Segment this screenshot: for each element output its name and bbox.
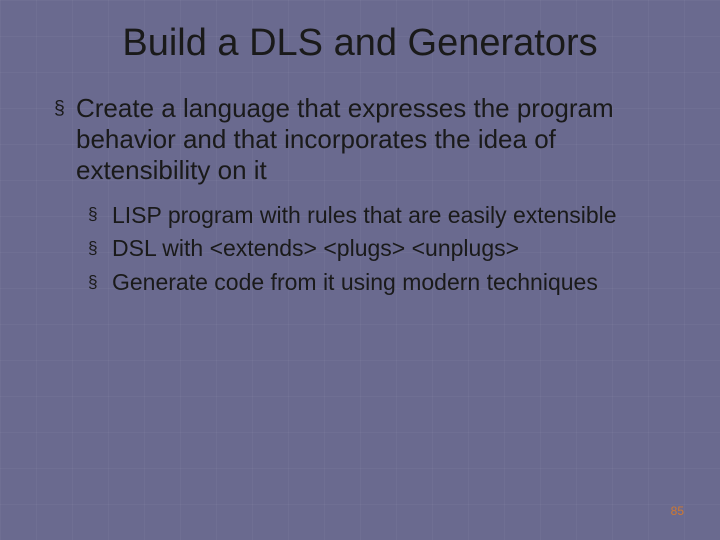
slide: Build a DLS and Generators § Create a la… <box>0 0 720 540</box>
bullet-text: DSL with <extends> <plugs> <unplugs> <box>112 234 680 263</box>
bullet-text: Create a language that expresses the pro… <box>76 93 680 187</box>
slide-content: § Create a language that expresses the p… <box>0 75 720 297</box>
bullet-level2: § LISP program with rules that are easil… <box>88 201 680 230</box>
sub-bullet-group: § LISP program with rules that are easil… <box>54 201 680 297</box>
bullet-level1: § Create a language that expresses the p… <box>54 93 680 187</box>
bullet-icon: § <box>88 234 112 263</box>
bullet-icon: § <box>54 93 76 187</box>
slide-title: Build a DLS and Generators <box>0 0 720 75</box>
bullet-icon: § <box>88 268 112 297</box>
bullet-text: Generate code from it using modern techn… <box>112 268 680 297</box>
page-number: 85 <box>671 504 684 518</box>
bullet-icon: § <box>88 201 112 230</box>
bullet-level2: § Generate code from it using modern tec… <box>88 268 680 297</box>
bullet-text: LISP program with rules that are easily … <box>112 201 680 230</box>
bullet-level2: § DSL with <extends> <plugs> <unplugs> <box>88 234 680 263</box>
